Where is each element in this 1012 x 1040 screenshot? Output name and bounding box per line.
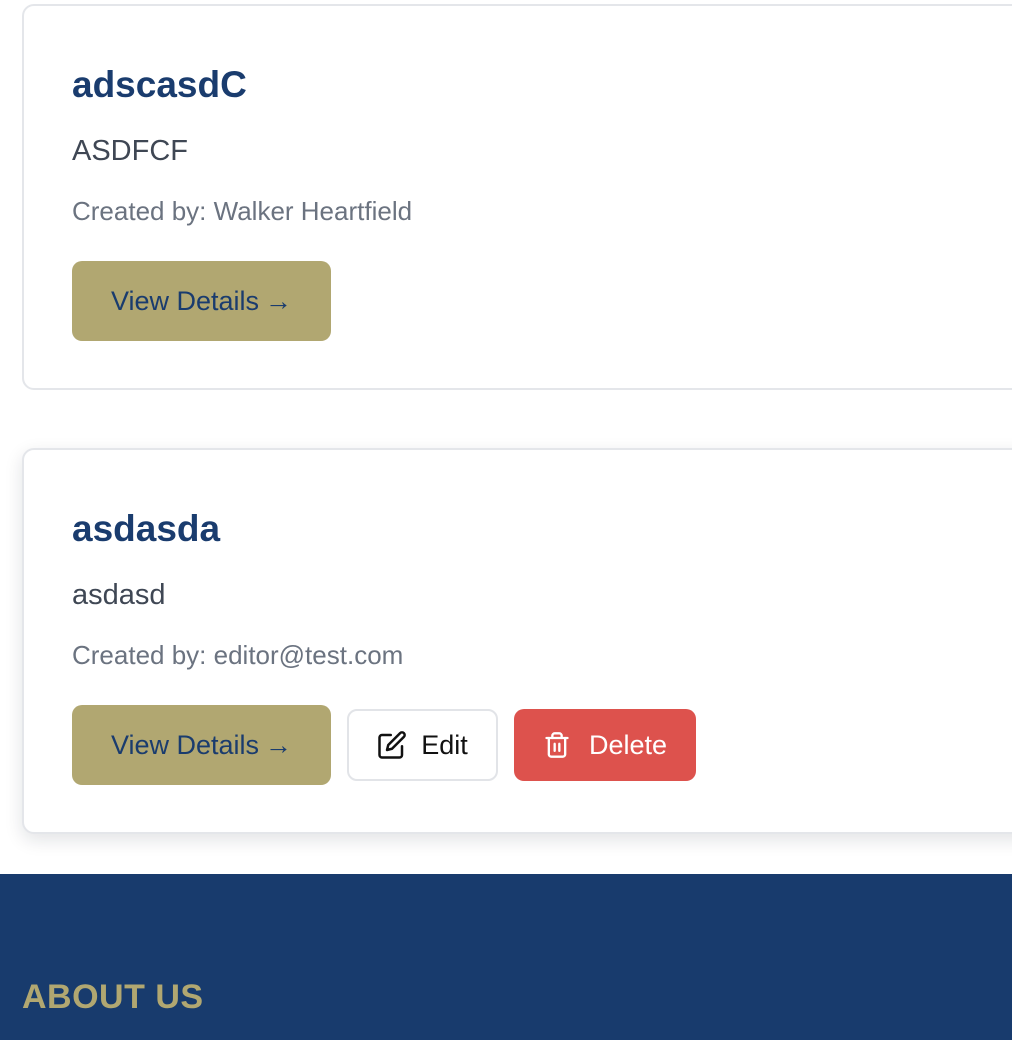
page: adscasdC ASDFCF Created by: Walker Heart… <box>0 0 1012 1040</box>
view-details-label: View Details <box>110 285 260 316</box>
view-details-label: View Details <box>110 729 260 760</box>
arrow-right-icon: → <box>265 729 293 760</box>
item-card: asdasda asdasd Created by: editor@test.c… <box>22 448 1012 834</box>
card-created-by: Created by: Walker Heartfield <box>72 196 413 226</box>
card-actions: View Details → Edit Delete <box>72 705 696 785</box>
arrow-right-icon: → <box>265 285 293 316</box>
card-actions: View Details → <box>72 261 331 341</box>
view-details-button[interactable]: View Details → <box>72 705 331 785</box>
edit-label: Edit <box>421 729 468 760</box>
delete-button[interactable]: Delete <box>514 709 696 781</box>
card-title: adscasdC <box>72 64 247 105</box>
edit-button[interactable]: Edit <box>347 709 498 781</box>
edit-icon <box>377 730 407 760</box>
footer-about-heading: ABOUT US <box>22 978 204 1016</box>
item-card: adscasdC ASDFCF Created by: Walker Heart… <box>22 4 1012 390</box>
view-details-button[interactable]: View Details → <box>72 261 331 341</box>
card-description: ASDFCF <box>72 135 188 167</box>
card-description: asdasd <box>72 579 166 611</box>
delete-label: Delete <box>588 729 668 760</box>
footer: ABOUT US <box>0 874 1012 1040</box>
trash-icon <box>543 730 571 760</box>
card-created-by: Created by: editor@test.com <box>72 640 404 670</box>
card-title: asdasda <box>72 508 221 549</box>
